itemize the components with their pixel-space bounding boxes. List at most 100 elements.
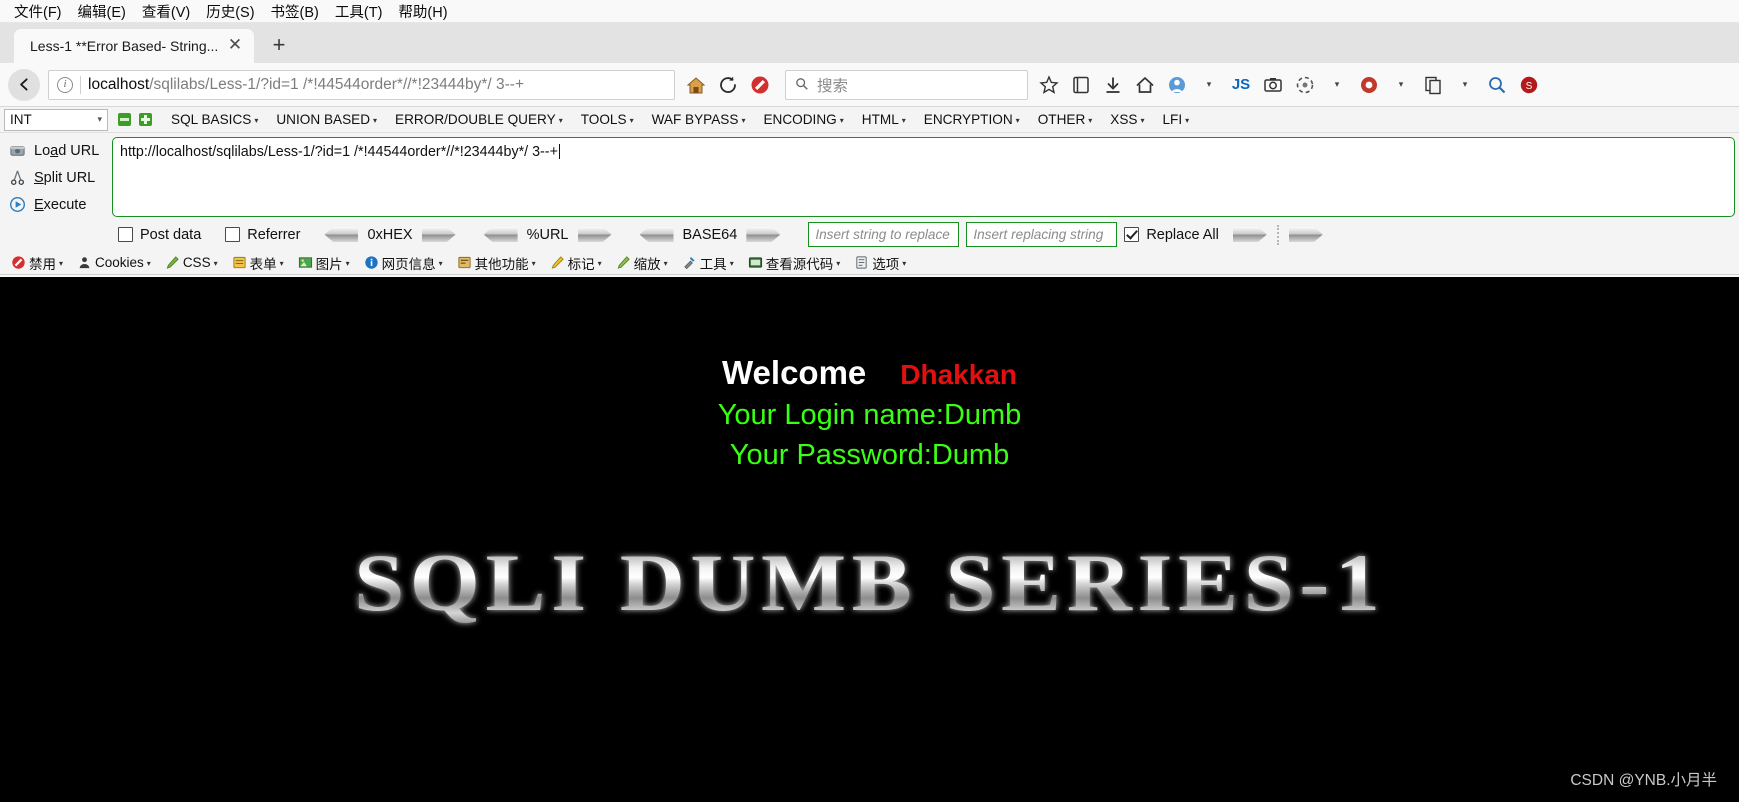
webdev-label: 图片 — [315, 256, 343, 272]
sqli-dumb-series-banner: SQLI DUMB SERIES-1 — [353, 537, 1386, 628]
replace-apply-arrow-icon[interactable] — [1232, 227, 1267, 242]
menu-edit[interactable]: 编辑(E) — [70, 1, 134, 22]
post-data-checkbox[interactable] — [118, 227, 133, 242]
caret-down-icon: ▾ — [1088, 116, 1093, 125]
star-icon[interactable] — [1034, 70, 1064, 100]
tab-strip: Less-1 **Error Based- String... ✕ + — [0, 23, 1739, 63]
home-toolbar-icon[interactable] — [1130, 70, 1160, 100]
replace-string-input[interactable]: Insert replacing string — [966, 222, 1118, 247]
reload-icon[interactable] — [713, 70, 743, 100]
replace-all-option[interactable]: Replace All — [1124, 227, 1219, 243]
webdev-tools[interactable]: 工具 ▾ — [675, 253, 741, 273]
webdev-cookies[interactable]: Cookies ▾ — [70, 255, 158, 270]
page-info-icon[interactable]: i — [57, 76, 73, 93]
js-icon[interactable]: JS — [1226, 70, 1256, 100]
replace-all-checkbox[interactable] — [1124, 227, 1140, 242]
webdev-misc[interactable]: 其他功能 ▾ — [450, 253, 543, 273]
caret-icon-4[interactable]: ▾ — [1450, 70, 1480, 100]
menu-tools[interactable]: 工具(T) — [327, 1, 391, 22]
hackbar-menu-union-based[interactable]: UNION BASED ▾ — [267, 112, 386, 127]
hackbar-menu-encryption[interactable]: ENCRYPTION ▾ — [915, 112, 1029, 127]
execute-button[interactable]: Execute — [4, 191, 112, 218]
noscript-icon[interactable]: S — [1514, 70, 1544, 100]
back-arrow-icon[interactable] — [8, 68, 40, 101]
referrer-label: Referrer — [247, 226, 301, 243]
hackbar-menu-waf-bypass[interactable]: WAF BYPASS ▾ — [643, 112, 755, 127]
referrer-checkbox[interactable] — [225, 227, 241, 242]
hackbar-menu-sql-basics[interactable]: SQL BASICS ▾ — [162, 112, 267, 127]
minus-icon[interactable] — [118, 113, 131, 126]
watermark-text: CSDN @YNB.小月半 — [1570, 772, 1717, 789]
menu-history[interactable]: 历史(S) — [198, 1, 262, 22]
webdev-images[interactable]: 图片 ▾ — [291, 253, 357, 273]
webdev-label: 选项 — [872, 256, 900, 272]
extra-apply-arrow-icon[interactable] — [1288, 227, 1323, 242]
webdev-resize[interactable]: 缩放 ▾ — [609, 253, 675, 273]
copy-pages-icon[interactable] — [1418, 70, 1448, 100]
caret-down-icon: ▾ — [59, 259, 64, 268]
caret-down-icon: ▾ — [373, 116, 378, 125]
referrer-option[interactable]: Referrer — [225, 227, 300, 243]
webdev-css[interactable]: CSS ▾ — [158, 255, 225, 270]
url-encode-arrow-icon[interactable] — [577, 227, 612, 242]
hackbar-menu-tools[interactable]: TOOLS ▾ — [572, 112, 643, 127]
hex-decode-arrow-icon[interactable] — [324, 227, 359, 242]
menu-help[interactable]: 帮助(H) — [390, 1, 455, 22]
hackbar-menu-xss[interactable]: XSS ▾ — [1101, 112, 1153, 127]
load-url-button[interactable]: Load URL — [4, 137, 112, 164]
sqli-type-select[interactable]: INT ▾ — [4, 108, 108, 131]
zoom-glass-icon[interactable] — [1482, 70, 1512, 100]
hackbar-menu-encoding[interactable]: ENCODING ▾ — [754, 112, 852, 127]
webdev-disable[interactable]: 禁用 ▾ — [4, 253, 70, 273]
webdev-label: 其他功能 — [474, 256, 529, 272]
caret-down-icon: ▾ — [901, 116, 906, 125]
tab-less-1[interactable]: Less-1 **Error Based- String... ✕ — [14, 29, 254, 63]
caret-down-icon: ▾ — [438, 259, 443, 268]
menu-label: SQL BASICS — [171, 112, 252, 127]
caret-down-icon: ▾ — [629, 116, 634, 125]
download-icon[interactable] — [1098, 70, 1128, 100]
screenshot-icon[interactable] — [1258, 70, 1288, 100]
hackbar-menu-other[interactable]: OTHER ▾ — [1029, 112, 1102, 127]
url-decode-arrow-icon[interactable] — [483, 227, 518, 242]
base64-encode-arrow-icon[interactable] — [746, 227, 781, 242]
home-icon[interactable] — [681, 70, 711, 100]
spinner-icon[interactable] — [1290, 70, 1320, 100]
caret-icon-3[interactable]: ▾ — [1386, 70, 1416, 100]
new-tab-button[interactable]: + — [262, 29, 296, 63]
post-data-label: Post data — [140, 226, 202, 243]
menu-view[interactable]: 查看(V) — [134, 1, 198, 22]
menu-bar: 文件(F) 编辑(E) 查看(V) 历史(S) 书签(B) 工具(T) 帮助(H… — [0, 0, 1739, 23]
search-placeholder: 搜索 — [817, 77, 849, 95]
execute-label: Execute — [34, 196, 87, 213]
close-icon[interactable]: ✕ — [224, 35, 246, 57]
welcome-text: Welcome — [722, 354, 867, 391]
webdev-options[interactable]: 选项 ▾ — [847, 253, 913, 273]
adblock-icon[interactable] — [745, 70, 775, 100]
plus-icon[interactable] — [139, 113, 152, 126]
request-textarea[interactable]: http://localhost/sqlilabs/Less-1/?id=1 /… — [112, 137, 1735, 217]
hackbar-menu-error-double-query[interactable]: ERROR/DOUBLE QUERY ▾ — [386, 112, 572, 127]
hackbar-menu-lfi[interactable]: LFI ▾ — [1154, 112, 1199, 127]
hex-label: 0xHEX — [367, 226, 413, 243]
account-icon[interactable] — [1162, 70, 1192, 100]
library-icon[interactable] — [1066, 70, 1096, 100]
hackbar-menu-html[interactable]: HTML ▾ — [853, 112, 915, 127]
webdev-outline[interactable]: 标记 ▾ — [543, 253, 609, 273]
split-url-button[interactable]: Split URL — [4, 164, 112, 191]
proxy-icon[interactable] — [1354, 70, 1384, 100]
hex-encode-arrow-icon[interactable] — [421, 227, 456, 242]
url-bar[interactable]: i localhost/sqlilabs/Less-1/?id=1 /*!445… — [48, 69, 675, 100]
browser-window: 文件(F) 编辑(E) 查看(V) 历史(S) 书签(B) 工具(T) 帮助(H… — [0, 0, 1739, 802]
menu-bookmarks[interactable]: 书签(B) — [263, 1, 327, 22]
menu-file[interactable]: 文件(F) — [6, 1, 70, 22]
search-string-input[interactable]: Insert string to replace — [808, 222, 960, 247]
post-data-option[interactable]: Post data — [118, 227, 201, 243]
caret-icon-2[interactable]: ▾ — [1322, 70, 1352, 100]
caret-icon-1[interactable]: ▾ — [1194, 70, 1224, 100]
webdev-view-source[interactable]: 查看源代码 ▾ — [741, 253, 848, 273]
webdev-information[interactable]: 网页信息 ▾ — [357, 253, 450, 273]
base64-decode-arrow-icon[interactable] — [639, 227, 674, 242]
search-bar[interactable]: 搜索 — [785, 69, 1028, 100]
webdev-forms[interactable]: 表单 ▾ — [225, 253, 291, 273]
